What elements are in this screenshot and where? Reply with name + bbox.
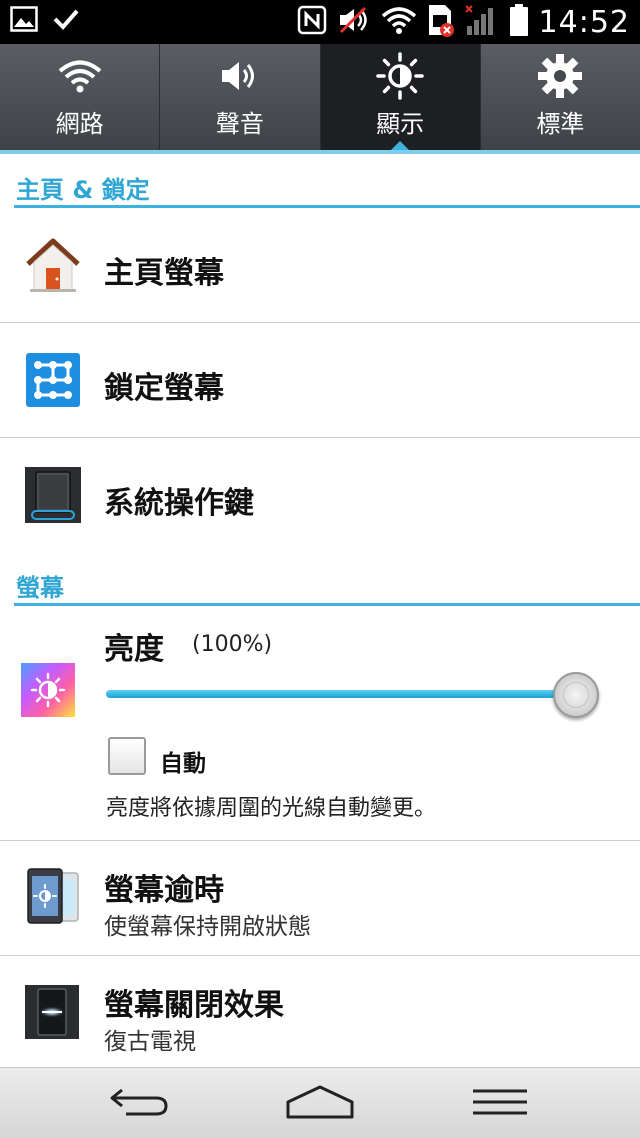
list-item-title: 鎖定螢幕 <box>104 371 224 406</box>
menu-icon <box>471 1087 529 1121</box>
list-item-subtitle: 使螢幕保持開啟狀態 <box>104 914 311 940</box>
list-item-title: 主頁螢幕 <box>104 256 224 291</box>
home-icon <box>24 236 82 294</box>
checkmark-icon <box>52 6 80 36</box>
battery-icon <box>509 3 529 41</box>
brightness-icon <box>376 52 424 100</box>
tab-network[interactable]: 網路 <box>0 44 161 150</box>
list-item-screen-timeout[interactable]: 螢幕逾時 使螢幕保持開啟狀態 <box>0 841 640 956</box>
brightness-description: 亮度將依據周圍的光線自動變更。 <box>106 796 437 821</box>
list-item-title: 螢幕關閉效果 <box>104 988 284 1023</box>
status-clock: 14:52 <box>538 4 630 40</box>
home-button[interactable] <box>250 1068 390 1138</box>
nfc-icon <box>297 5 327 39</box>
speaker-icon <box>218 56 262 96</box>
navigation-bar <box>0 1067 640 1138</box>
list-item-system-keys[interactable]: 系統操作鍵 <box>0 438 640 553</box>
section-title: 螢幕 <box>16 574 64 602</box>
brightness-slider-track[interactable] <box>106 690 576 698</box>
list-item-home-screen[interactable]: 主頁螢幕 <box>0 208 640 323</box>
slider-thumb-ring <box>563 682 589 708</box>
phone-keys-icon <box>24 466 82 524</box>
screen-timeout-icon <box>24 867 82 925</box>
wifi-icon <box>381 5 417 39</box>
home-nav-icon <box>285 1084 355 1124</box>
auto-brightness-label: 自動 <box>160 751 206 777</box>
screen-off-effect-icon <box>24 984 82 1042</box>
signal-icon <box>464 4 499 40</box>
wifi-icon <box>58 56 102 96</box>
tab-general[interactable]: 標準 <box>481 44 640 150</box>
tab-sound[interactable]: 聲音 <box>160 44 321 150</box>
brightness-color-icon <box>20 662 78 720</box>
status-bar: 14:52 <box>0 0 640 44</box>
list-item-title: 系統操作鍵 <box>104 486 254 521</box>
tab-label: 聲音 <box>215 110 264 138</box>
list-item-title: 螢幕逾時 <box>104 873 224 908</box>
list-item-subtitle: 復古電視 <box>104 1029 196 1055</box>
section-header-screen: 螢幕 <box>0 554 640 606</box>
back-button[interactable] <box>70 1068 210 1138</box>
tab-label: 顯示 <box>376 110 425 138</box>
brightness-slider-thumb[interactable] <box>553 672 599 718</box>
section-title: 主頁 & 鎖定 <box>16 176 150 204</box>
image-icon <box>10 6 38 36</box>
menu-button[interactable] <box>430 1068 570 1138</box>
tab-bar-underline <box>0 150 640 154</box>
back-icon <box>108 1084 172 1124</box>
tab-display[interactable]: 顯示 <box>320 44 481 151</box>
tab-label: 標準 <box>536 110 585 138</box>
brightness-value: (100%) <box>192 632 273 657</box>
muted-speaker-icon <box>337 5 371 39</box>
sim-error-icon <box>427 3 455 41</box>
brightness-title: 亮度 <box>104 632 164 667</box>
list-item-screen-off-effect[interactable]: 螢幕關閉效果 復古電視 <box>0 956 640 1067</box>
lock-pattern-icon <box>24 351 82 409</box>
list-item-lock-screen[interactable]: 鎖定螢幕 <box>0 323 640 438</box>
section-header-home-lock: 主頁 & 鎖定 <box>0 156 640 208</box>
auto-brightness-checkbox[interactable] <box>108 737 146 775</box>
tab-label: 網路 <box>55 110 104 138</box>
settings-tab-bar: 網路 聲音 顯示 標準 <box>0 44 640 151</box>
gear-icon <box>537 54 583 98</box>
